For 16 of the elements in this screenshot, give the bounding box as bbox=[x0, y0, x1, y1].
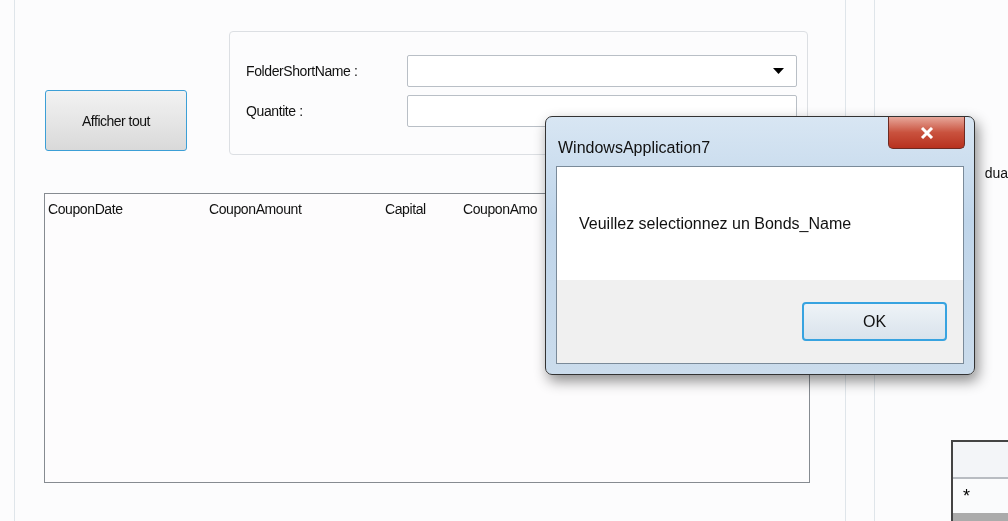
field-label: FolderShortName : bbox=[246, 63, 359, 79]
dropdown-field[interactable] bbox=[407, 55, 797, 87]
field-label: dua bbox=[984, 165, 1008, 181]
new-row-marker: * bbox=[963, 485, 970, 507]
dialog-title: WindowsApplication7 bbox=[558, 139, 711, 157]
dropdown-arrow-icon bbox=[773, 68, 784, 74]
column-header: Capital bbox=[385, 201, 426, 217]
column-header: CouponAmo bbox=[463, 201, 538, 217]
close-icon bbox=[919, 126, 934, 139]
column-header: CouponDate bbox=[48, 201, 123, 217]
close-button[interactable] bbox=[888, 117, 965, 149]
field-label: Quantite : bbox=[246, 103, 304, 119]
ok-button[interactable]: OK bbox=[802, 302, 947, 341]
data-grid[interactable]: * bbox=[951, 440, 1008, 521]
show-all-button[interactable]: Afficher tout bbox=[45, 90, 187, 151]
column-header: CouponAmount bbox=[209, 201, 302, 217]
